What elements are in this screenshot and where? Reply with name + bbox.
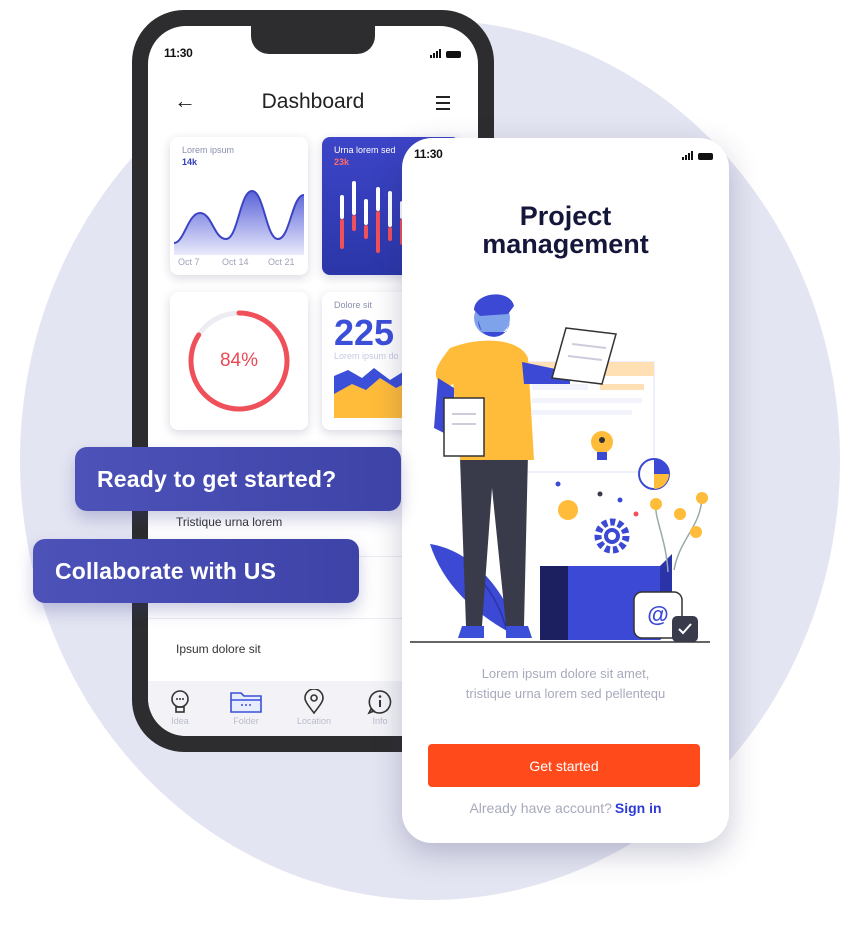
progress-donut-card[interactable]: 84% [170,292,308,430]
onboarding-phone: 11:30 Project management @ Lorem ipsum d… [402,138,729,843]
tab-label: Info [372,716,388,726]
card-label: Urna lorem sed [334,145,396,155]
status-icons [430,49,461,58]
svg-text:@: @ [647,602,668,627]
onboarding-description: Lorem ipsum dolore sit amet, tristique u… [402,664,729,704]
description-line: tristique urna lorem sed pellentequ [465,686,666,701]
title-line: management [482,229,649,259]
card-value: 14k [182,157,198,167]
status-icons [682,151,713,160]
date-label: Oct 21 [268,257,295,267]
card-label: Dolore sit [334,300,373,310]
account-text: Already have account? [469,800,612,816]
signal-icon [430,49,441,58]
card-label: Lorem ipsum [182,145,235,155]
status-time: 11:30 [164,46,193,60]
card-value: 23k [334,157,350,167]
dashboard-header: ← Dashboard [148,88,478,118]
folder-icon [230,692,262,713]
lightbulb-icon [171,690,189,713]
stat-number: 225 [334,312,395,353]
tab-label: Idea [171,716,189,726]
wave-chart-card[interactable]: Lorem ipsum 14k Oct 7 Oct 14 Oct 21 [170,137,308,275]
date-label: Oct 7 [178,257,200,267]
page-title: Dashboard [261,90,365,113]
stat-subtitle: Lorem ipsum do [334,351,399,361]
tab-idea[interactable]: Idea [150,689,210,726]
onboarding-title: Project management [402,202,729,258]
date-label: Oct 14 [222,257,249,267]
signal-icon [682,151,693,160]
tab-info[interactable]: Info [350,689,410,726]
progress-percent: 84% [219,350,259,371]
collaborate-pill[interactable]: Collaborate with US [33,539,359,603]
battery-icon [698,153,713,160]
get-started-button[interactable]: Get started [428,744,700,787]
phone-notch [251,26,375,54]
project-management-illustration: @ [410,294,710,643]
signin-prompt: Already have account? Sign in [402,800,729,816]
status-time: 11:30 [414,147,443,161]
tab-label: Folder [233,716,259,726]
tab-location[interactable]: Location [284,689,344,726]
tab-label: Location [296,716,332,726]
ready-pill[interactable]: Ready to get started? [75,447,401,511]
hamburger-menu-icon[interactable] [436,96,450,114]
title-line: Project [519,201,612,231]
list-item[interactable]: Ipsum dolore sit [176,642,261,656]
info-icon [367,690,392,715]
wave-chart [173,189,305,255]
tab-folder[interactable]: Folder [216,689,276,726]
description-line: Lorem ipsum dolore sit amet, [481,666,650,681]
battery-icon [446,51,461,58]
signin-link[interactable]: Sign in [615,800,662,816]
list-item[interactable]: Tristique urna lorem [176,515,282,529]
location-pin-icon [304,689,324,715]
